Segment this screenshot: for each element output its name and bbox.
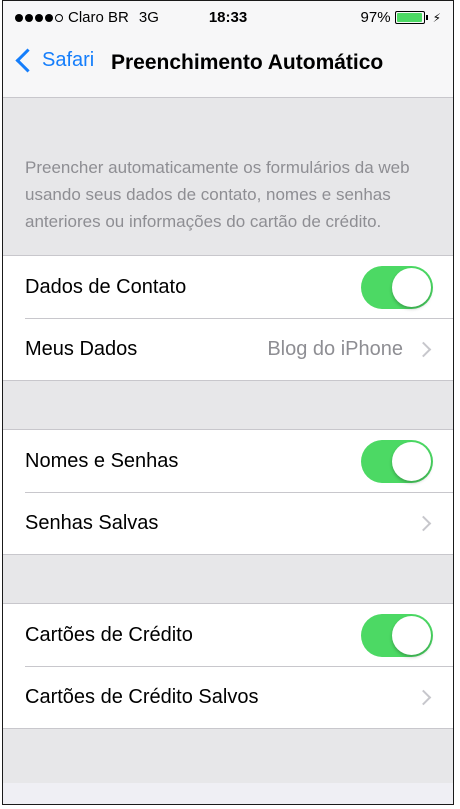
phone-screen: Claro BR 3G 18:33 97% ⚡ Safari Preenchim… — [2, 0, 454, 805]
chevron-left-icon — [15, 48, 40, 73]
description-text: Preencher automaticamente os formulários… — [3, 98, 453, 255]
row-label: Nomes e Senhas — [25, 449, 179, 472]
page-title: Preenchimento Automático — [111, 51, 384, 74]
credit-cards-toggle[interactable] — [361, 613, 433, 657]
row-label: Cartões de Crédito Salvos — [25, 685, 259, 708]
toggle-row-credit-cards: Cartões de Crédito — [3, 604, 453, 666]
toggle-row-names-passwords: Nomes e Senhas — [3, 430, 453, 492]
names-passwords-toggle[interactable] — [361, 439, 433, 483]
section-spacer — [3, 555, 453, 603]
toggle-knob — [392, 615, 431, 655]
settings-content: Preencher automaticamente os formulários… — [3, 98, 453, 783]
battery-percent: 97% — [360, 9, 391, 26]
row-label: Cartões de Crédito — [25, 623, 193, 646]
toggle-knob — [392, 267, 431, 307]
toggle-knob — [392, 441, 431, 481]
toggle-row-contact-data: Dados de Contato — [3, 256, 453, 318]
section-spacer — [3, 381, 453, 429]
settings-group-credit-cards: Cartões de Crédito Cartões de Crédito Sa… — [3, 603, 453, 729]
row-my-info[interactable]: Meus Dados Blog do iPhone — [3, 318, 453, 380]
navigation-bar: Safari Preenchimento Automático — [3, 35, 453, 98]
battery-fill — [396, 13, 422, 22]
row-saved-credit-cards[interactable]: Cartões de Crédito Salvos — [3, 666, 453, 728]
row-label: Meus Dados — [25, 337, 138, 360]
row-saved-passwords[interactable]: Senhas Salvas — [3, 492, 453, 554]
row-label: Senhas Salvas — [25, 511, 159, 534]
row-value: Blog do iPhone — [267, 337, 403, 360]
chevron-right-icon — [415, 341, 432, 357]
chevron-right-icon — [415, 515, 432, 531]
settings-group-contact: Dados de Contato Meus Dados Blog do iPho… — [3, 255, 453, 381]
contact-data-toggle[interactable] — [361, 265, 433, 309]
settings-group-passwords: Nomes e Senhas Senhas Salvas — [3, 429, 453, 555]
charging-bolt-icon: ⚡ — [432, 10, 441, 25]
status-bar: Claro BR 3G 18:33 97% ⚡ — [3, 1, 453, 35]
back-button[interactable]: Safari — [13, 48, 95, 73]
row-label: Dados de Contato — [25, 275, 187, 298]
status-right: 97% ⚡ — [361, 9, 441, 26]
chevron-right-icon — [415, 689, 432, 705]
bottom-spacer — [3, 729, 453, 783]
back-button-label: Safari — [42, 49, 95, 71]
battery-icon — [394, 11, 428, 24]
